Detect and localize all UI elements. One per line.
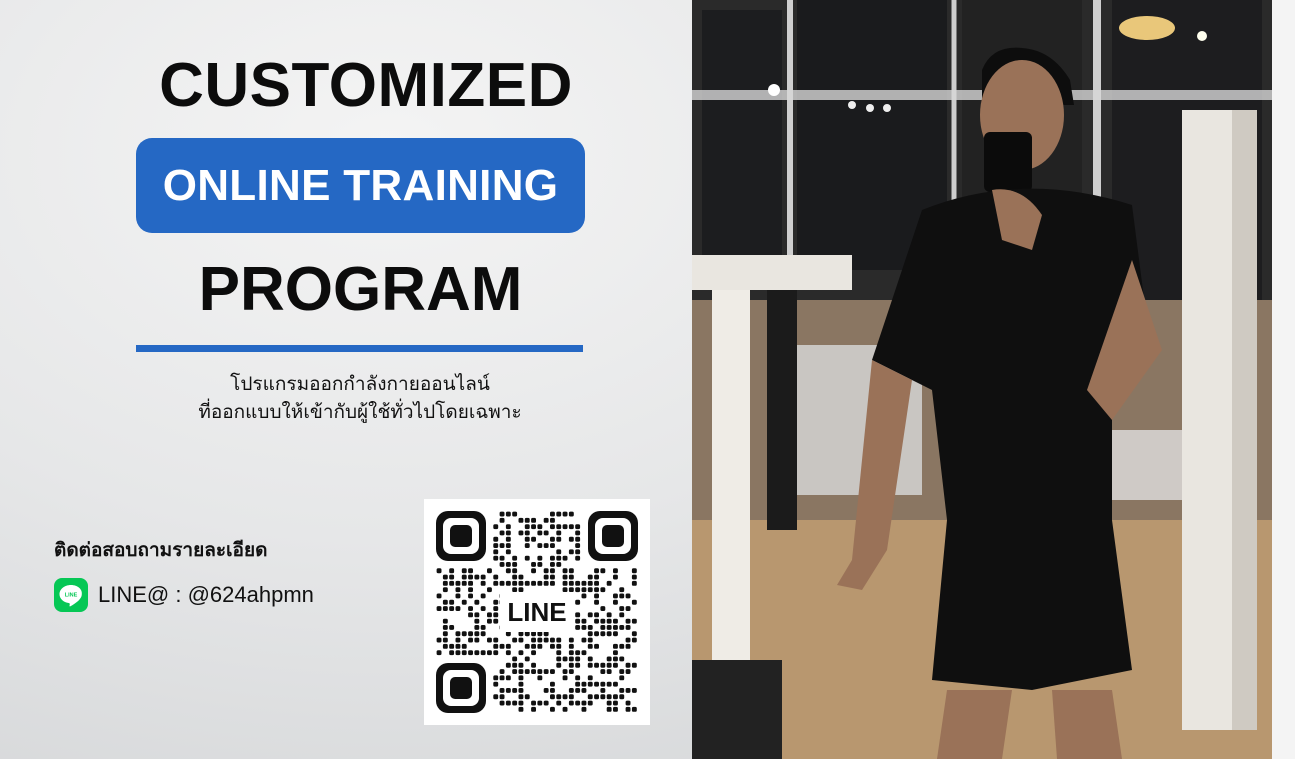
qr-finder-top-right (588, 511, 638, 561)
headline-program: PROGRAM (198, 255, 523, 324)
line-contact[interactable]: LINE LINE@ : @624ahpmn (54, 578, 314, 612)
subtitle-line-1: โปรแกรมออกกำลังกายออนไลน์ (230, 373, 490, 395)
line-qr-code[interactable]: LINE (424, 499, 650, 725)
svg-text:LINE: LINE (65, 593, 78, 599)
subtitle: โปรแกรมออกกำลังกายออนไลน์ ที่ออกแบบให้เข… (130, 370, 590, 426)
qr-finder-top-left (436, 511, 486, 561)
right-margin (1272, 0, 1295, 759)
divider (136, 345, 583, 352)
subtitle-line-2: ที่ออกแบบให้เข้ากับผู้ใช้ทั่วไปโดยเฉพาะ (198, 401, 522, 423)
headline-customized: CUSTOMIZED (159, 51, 573, 120)
headline-pill: ONLINE TRAINING (136, 138, 585, 233)
qr-center-label: LINE (507, 597, 566, 627)
line-app-icon: LINE (54, 578, 88, 612)
contact-heading: ติดต่อสอบถามรายละเอียด (54, 539, 268, 561)
qr-finder-bottom-left (436, 663, 486, 713)
gym-photo (692, 0, 1272, 759)
headline-online-training: ONLINE TRAINING (162, 160, 559, 210)
promo-banner: CUSTOMIZED ONLINE TRAINING PROGRAM โปรแก… (0, 0, 1295, 759)
line-id[interactable]: LINE@ : @624ahpmn (98, 582, 314, 608)
